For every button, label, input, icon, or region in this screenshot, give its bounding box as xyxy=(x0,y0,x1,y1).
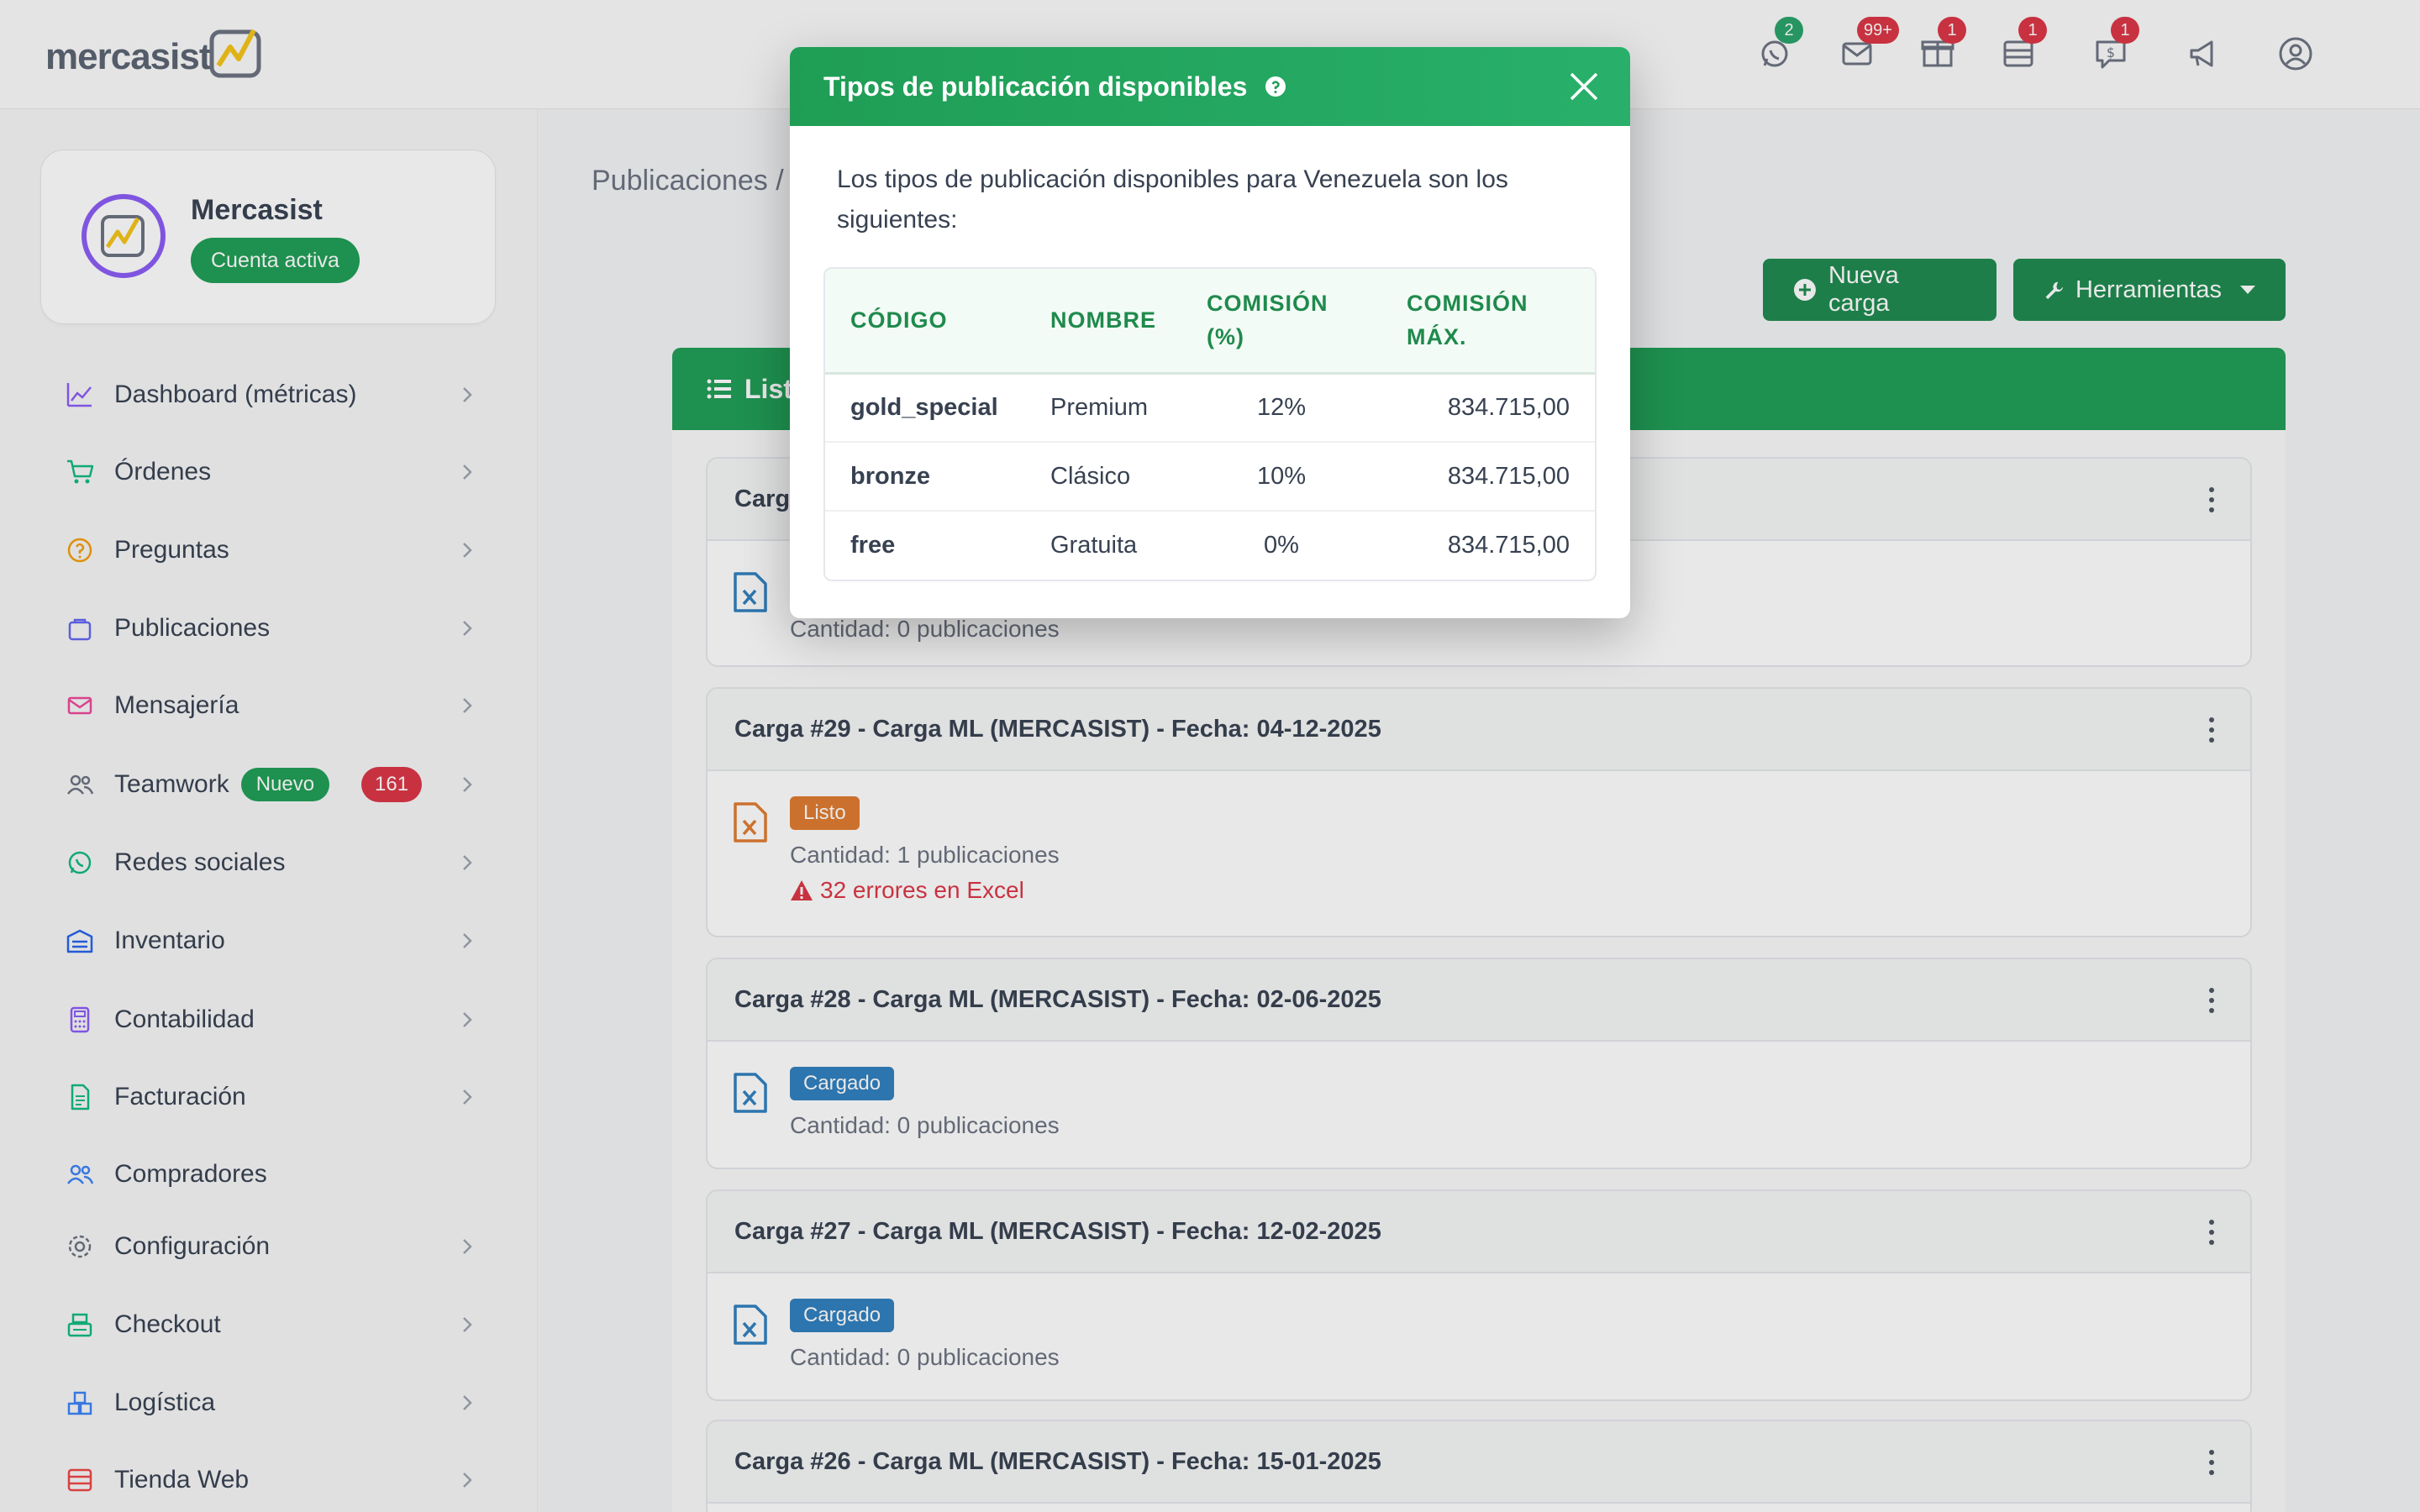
table-row: free Gratuita 0% 834.715,00 xyxy=(825,511,1595,580)
column-header-name: NOMBRE xyxy=(1025,269,1181,375)
publication-types-modal: Tipos de publicación disponibles Los tip… xyxy=(790,47,1630,618)
cell-code: free xyxy=(850,532,896,559)
cell-name: Premium xyxy=(1025,373,1181,443)
cell-name: Gratuita xyxy=(1050,532,1138,559)
modal-title: Tipos de publicación disponibles xyxy=(823,71,1248,102)
cell-code: bronze xyxy=(825,442,1025,512)
cell-name: Clásico xyxy=(1025,442,1181,512)
cell-commission: 0% xyxy=(1264,532,1299,559)
cell-commission: 10% xyxy=(1181,442,1381,512)
table-row: gold_special Premium 12% 834.715,00 xyxy=(825,373,1595,443)
publication-types-table: CÓDIGO NOMBRE COMISIÓN (%) COMISIÓN MÁX.… xyxy=(823,267,1597,581)
modal-header: Tipos de publicación disponibles xyxy=(790,47,1630,126)
column-header-commission: COMISIÓN (%) xyxy=(1181,269,1381,375)
column-header-code: CÓDIGO xyxy=(825,269,1025,375)
cell-max: 834.715,00 xyxy=(1381,373,1595,443)
cell-max: 834.715,00 xyxy=(1447,532,1570,559)
question-circle-icon[interactable] xyxy=(1264,75,1287,98)
table-row: bronze Clásico 10% 834.715,00 xyxy=(825,442,1595,512)
modal-description: Los tipos de publicación disponibles par… xyxy=(837,165,1508,234)
table-header-row: CÓDIGO NOMBRE COMISIÓN (%) COMISIÓN MÁX. xyxy=(825,269,1595,375)
column-header-max-commission: COMISIÓN MÁX. xyxy=(1381,269,1595,375)
cell-commission: 12% xyxy=(1181,373,1381,443)
cell-code: gold_special xyxy=(825,373,1025,443)
cell-max: 834.715,00 xyxy=(1381,442,1595,512)
close-icon[interactable] xyxy=(1568,71,1600,102)
